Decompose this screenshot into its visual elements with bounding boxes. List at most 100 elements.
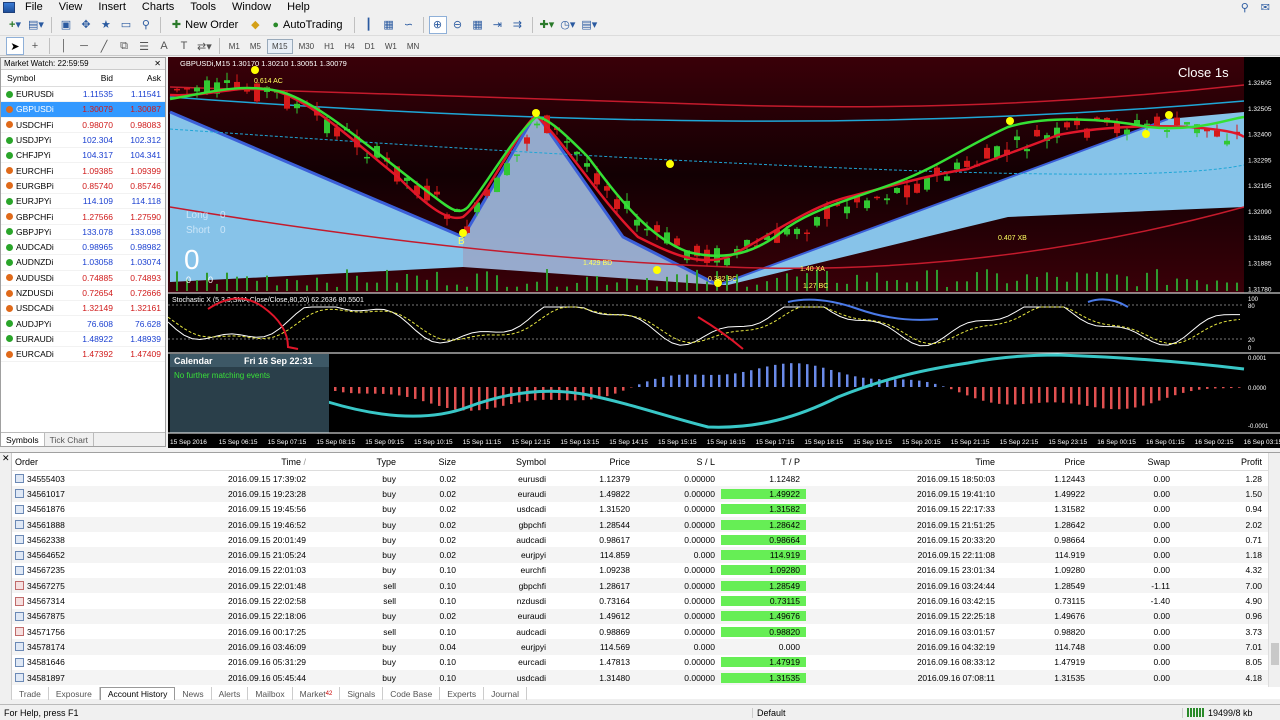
column-sl[interactable]: S / L [636,457,721,467]
tab-code-base[interactable]: Code Base [383,687,441,700]
table-row[interactable]: 34581897 2016.09.16 05:45:44 buy 0.10 usdcad… [12,669,1268,686]
table-row[interactable]: 34567235 2016.09.15 22:01:03 buy 0.10 eurchf… [12,563,1268,578]
market-watch-row[interactable]: GBPJPYi 133.078 133.098 [1,225,165,240]
market-watch-row[interactable]: NZDUSDi 0.72654 0.72666 [1,286,165,302]
table-row[interactable]: 34578174 2016.09.16 03:46:09 buy 0.04 eurjpy… [12,639,1268,655]
tab-account-history[interactable]: Account History [99,687,176,700]
scrollbar-thumb[interactable] [1271,643,1279,665]
line-chart-icon[interactable]: ∽ [400,16,418,34]
navigator-icon[interactable]: ★ [97,16,115,34]
text-icon[interactable]: A [155,37,173,55]
horizontal-line-icon[interactable]: ─ [75,37,93,55]
tile-windows-icon[interactable]: ▦ [469,16,487,34]
search-icon[interactable]: ⚲ [1241,1,1249,14]
market-watch-row[interactable]: USDCADi 1.32149 1.32161 [1,301,165,317]
column-price[interactable]: Price [552,457,636,467]
zoom-in-icon[interactable]: ⊕ [428,15,447,34]
tab-alerts[interactable]: Alerts [212,687,249,700]
market-watch-row[interactable]: AUDUSDi 0.74885 0.74893 [1,271,165,286]
close-icon[interactable]: ✕ [0,453,11,464]
column-close-price[interactable]: Price [1001,457,1091,467]
candlestick-icon[interactable]: ▦ [380,16,398,34]
timeframe-w1[interactable]: W1 [381,39,401,54]
profiles-button[interactable]: ▤▾ [26,16,46,34]
table-row[interactable]: 34555403 2016.09.15 17:39:02 buy 0.02 eurusd… [12,471,1268,486]
autoscroll-icon[interactable]: ⇉ [509,16,527,34]
column-open-time[interactable]: Time / [122,457,312,467]
terminal-grip[interactable]: ✕ [0,453,12,700]
tab-mailbox[interactable]: Mailbox [248,687,293,700]
market-watch-row[interactable]: AUDNZDi 1.03058 1.03074 [1,255,165,271]
menu-insert[interactable]: Insert [90,0,134,14]
market-watch-row[interactable]: AUDJPYi 76.608 76.628 [1,316,165,332]
market-watch-row[interactable]: GBPCHFi 1.27566 1.27590 [1,209,165,225]
channel-icon[interactable]: ⧉ [115,37,133,55]
chat-icon[interactable]: ✉ [1261,1,1270,14]
table-row[interactable]: 34571756 2016.09.16 00:17:25 sell 0.10 audca… [12,624,1268,639]
timeframe-m1[interactable]: M1 [225,39,244,54]
tab-tick-chart[interactable]: Tick Chart [45,433,95,446]
zoom-out-icon[interactable]: ⊖ [449,16,467,34]
column-type[interactable]: Type [312,457,402,467]
timeframe-m15[interactable]: M15 [267,38,293,54]
tab-market[interactable]: Market 42 [293,687,341,700]
table-row[interactable]: 34562338 2016.09.15 20:01:49 buy 0.02 audcad… [12,532,1268,547]
chart-shift-icon[interactable]: ⇥ [489,16,507,34]
column-swap[interactable]: Swap [1091,457,1176,467]
column-ask[interactable]: Ask [117,73,165,83]
periods-icon[interactable]: ◷▾ [558,16,577,34]
column-tp[interactable]: T / P [721,457,806,467]
data-window-icon[interactable]: ✥ [77,16,95,34]
menu-tools[interactable]: Tools [182,0,224,14]
new-order-button[interactable]: ✚ New Order [166,16,244,34]
tab-signals[interactable]: Signals [340,687,384,700]
terminal-icon[interactable]: ▭ [117,16,135,34]
market-watch-row[interactable]: USDCHFi 0.98070 0.98083 [1,118,165,133]
table-row[interactable]: 34567314 2016.09.15 22:02:58 sell 0.10 nzdus… [12,593,1268,608]
timeframe-d1[interactable]: D1 [361,39,379,54]
column-close-time[interactable]: Time [806,457,1001,467]
close-icon[interactable]: ✕ [154,59,161,68]
price-chart[interactable]: 0.614 AC B 1.429 BD 0.407 XB 1.40 XA 1.2… [168,57,1280,448]
menu-file[interactable]: File [17,0,51,14]
menu-view[interactable]: View [51,0,91,14]
timeframe-mn[interactable]: MN [403,39,423,54]
metaeditor-icon[interactable]: ◆ [246,16,264,34]
market-watch-row[interactable]: EURJPYi 114.109 114.118 [1,194,165,210]
cursor-icon[interactable]: ➤ [6,37,24,55]
timeframe-m30[interactable]: M30 [295,39,319,54]
column-bid[interactable]: Bid [73,73,117,83]
market-watch-row[interactable]: EURCADi 1.47392 1.47409 [1,347,165,363]
market-watch-row[interactable]: EURGBPi 0.85740 0.85746 [1,179,165,195]
tab-exposure[interactable]: Exposure [49,687,100,700]
bar-chart-icon[interactable]: ┃ [360,16,378,34]
tab-journal[interactable]: Journal [484,687,527,700]
menu-window[interactable]: Window [224,0,279,14]
market-watch-row[interactable]: AUDCADi 0.98965 0.98982 [1,240,165,256]
indicators-icon[interactable]: ✚▾ [538,16,557,34]
chart-window[interactable]: 0.614 AC B 1.429 BD 0.407 XB 1.40 XA 1.2… [168,57,1280,448]
column-symbol[interactable]: Symbol [1,73,73,83]
new-chart-button[interactable]: + ▾ [6,16,24,34]
auto-trading-button[interactable]: ● AutoTrading [266,16,348,34]
table-row[interactable]: 34561017 2016.09.15 19:23:28 buy 0.02 euraud… [12,486,1268,502]
tab-experts[interactable]: Experts [440,687,485,700]
market-watch-row[interactable]: EURCHFi 1.09385 1.09399 [1,163,165,179]
column-profit[interactable]: Profit [1176,457,1268,467]
column-size[interactable]: Size [402,457,462,467]
table-row[interactable]: 34564652 2016.09.15 21:05:24 buy 0.02 eurjpy… [12,547,1268,563]
market-watch-row[interactable]: EURUSDi 1.11535 1.11541 [1,87,165,103]
text-label-icon[interactable]: T [175,37,193,55]
arrows-icon[interactable]: ⇄▾ [195,37,214,55]
timeframe-h4[interactable]: H4 [340,39,358,54]
app-icon[interactable] [3,1,15,13]
timeframe-h1[interactable]: H1 [320,39,338,54]
vertical-line-icon[interactable]: │ [55,37,73,55]
tab-symbols[interactable]: Symbols [1,433,45,446]
tab-trade[interactable]: Trade [12,687,49,700]
column-symbol[interactable]: Symbol [462,457,552,467]
vertical-scrollbar[interactable] [1268,453,1280,687]
timeframe-m5[interactable]: M5 [246,39,265,54]
market-watch-row[interactable]: USDJPYi 102.304 102.312 [1,133,165,149]
table-row[interactable]: 34561876 2016.09.15 19:45:56 buy 0.02 usdcad… [12,502,1268,517]
